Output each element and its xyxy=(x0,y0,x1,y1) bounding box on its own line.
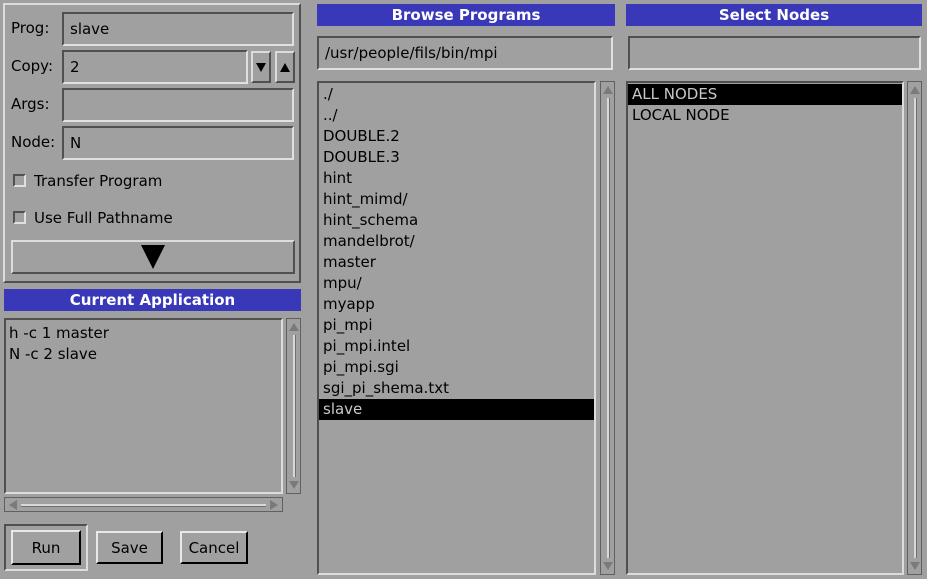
list-item[interactable]: hint_schema xyxy=(319,210,594,231)
list-item[interactable]: DOUBLE.3 xyxy=(319,147,594,168)
use-full-pathname-label: Use Full Pathname xyxy=(34,209,173,227)
list-item[interactable]: pi_mpi.sgi xyxy=(319,357,594,378)
use-full-pathname-checkbox[interactable] xyxy=(13,211,26,224)
list-item[interactable]: hint xyxy=(319,168,594,189)
browse-programs-title: Browse Programs xyxy=(317,4,615,26)
scroll-down-icon[interactable] xyxy=(287,479,300,491)
current-application-title: Current Application xyxy=(4,289,301,311)
arrow-down-icon xyxy=(256,62,266,72)
list-item[interactable]: ./ xyxy=(319,84,594,105)
args-field[interactable] xyxy=(62,88,294,122)
scroll-right-icon[interactable] xyxy=(268,498,280,511)
nodes-filter-field[interactable] xyxy=(628,36,921,70)
scroll-up-icon[interactable] xyxy=(908,84,921,96)
scroll-down-icon[interactable] xyxy=(601,560,614,572)
list-item[interactable]: sgi_pi_shema.txt xyxy=(319,378,594,399)
scroll-up-icon[interactable] xyxy=(287,321,300,333)
prog-field[interactable]: slave xyxy=(62,12,294,46)
list-item[interactable]: myapp xyxy=(319,294,594,315)
select-nodes-list[interactable]: ALL NODES LOCAL NODE xyxy=(626,81,904,575)
list-item[interactable]: hint_mimd/ xyxy=(319,189,594,210)
current-application-vscroll[interactable] xyxy=(286,318,301,494)
prog-label: Prog: xyxy=(11,19,50,37)
list-item[interactable]: mandelbrot/ xyxy=(319,231,594,252)
current-application-list[interactable]: h -c 1 master N -c 2 slave xyxy=(4,318,283,494)
list-item[interactable]: ../ xyxy=(319,105,594,126)
list-item[interactable]: slave xyxy=(319,399,594,420)
select-nodes-title: Select Nodes xyxy=(626,4,922,26)
select-nodes-vscroll[interactable] xyxy=(907,81,922,575)
copy-increment-button[interactable] xyxy=(275,51,295,83)
current-application-hscroll[interactable] xyxy=(4,497,283,512)
list-item[interactable]: master xyxy=(319,252,594,273)
args-label: Args: xyxy=(11,95,50,113)
node-field[interactable]: N xyxy=(62,126,294,160)
arrow-up-icon xyxy=(280,62,290,72)
browse-programs-list[interactable]: ./../DOUBLE.2 DOUBLE.3 hint hint_mimd/hint_… xyxy=(317,81,596,575)
scroll-left-icon[interactable] xyxy=(7,498,19,511)
list-item[interactable]: pi_mpi.intel xyxy=(319,336,594,357)
transfer-program-label: Transfer Program xyxy=(34,172,163,190)
list-item[interactable]: h -c 1 master xyxy=(6,323,281,344)
copy-field[interactable]: 2 xyxy=(62,50,248,84)
scroll-up-icon[interactable] xyxy=(601,84,614,96)
node-label: Node: xyxy=(11,133,56,151)
list-item[interactable]: pi_mpi xyxy=(319,315,594,336)
copy-label: Copy: xyxy=(11,57,54,75)
save-button[interactable]: Save xyxy=(96,531,163,564)
add-to-application-button[interactable] xyxy=(11,240,295,274)
run-button[interactable]: Run xyxy=(11,530,81,565)
list-item[interactable]: LOCAL NODE xyxy=(628,105,902,126)
browse-path-field[interactable]: /usr/people/fils/bin/mpi xyxy=(317,36,613,70)
scroll-down-icon[interactable] xyxy=(908,560,921,572)
cancel-button[interactable]: Cancel xyxy=(180,531,248,564)
list-item[interactable]: mpu/ xyxy=(319,273,594,294)
list-item[interactable]: DOUBLE.2 xyxy=(319,126,594,147)
browse-programs-vscroll[interactable] xyxy=(600,81,615,575)
list-item[interactable]: ALL NODES xyxy=(628,84,902,105)
copy-decrement-button[interactable] xyxy=(251,51,271,83)
list-item[interactable]: N -c 2 slave xyxy=(6,344,281,365)
down-triangle-icon xyxy=(141,245,165,269)
transfer-program-checkbox[interactable] xyxy=(13,174,26,187)
